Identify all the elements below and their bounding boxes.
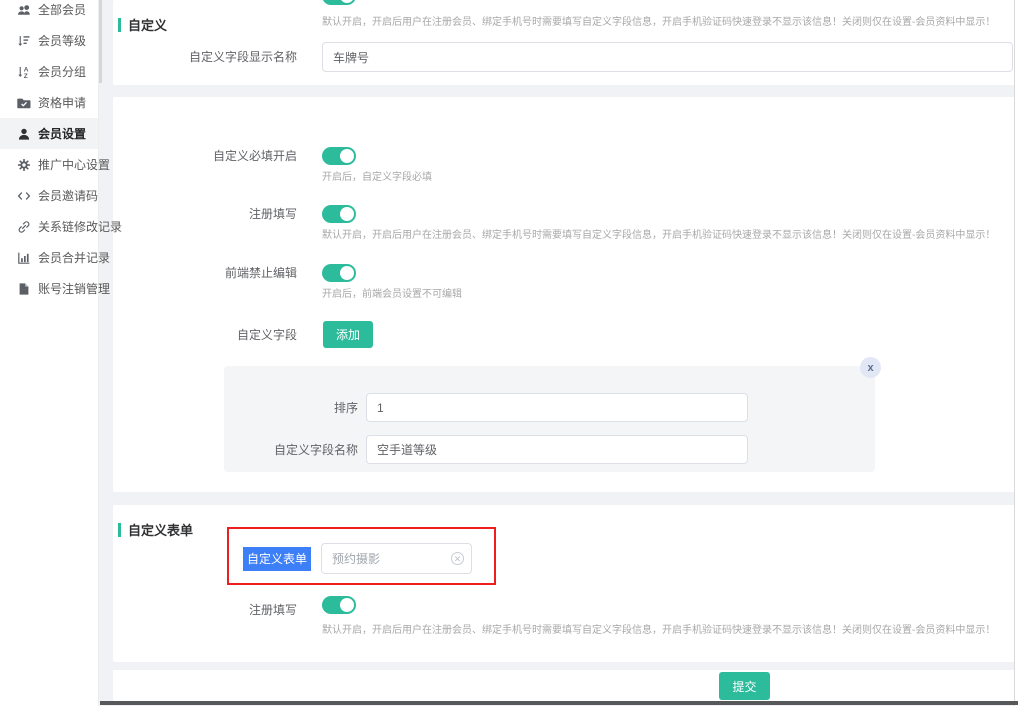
custom-field-panel: x 排序 1 自定义字段名称 空手道等级 bbox=[224, 366, 875, 472]
sidebar-item-label: 资格申请 bbox=[38, 94, 86, 111]
custom-field-name-input[interactable]: 空手道等级 bbox=[366, 435, 748, 464]
add-button[interactable]: 添加 bbox=[323, 321, 373, 348]
sidebar-menu: 全部会员会员等级 AZ 会员分组资格申请会员设置推广中心设置会员邀请码关系链修改记录… bbox=[0, 0, 98, 304]
sidebar-item-relation-chain-log[interactable]: 关系链修改记录 bbox=[0, 211, 98, 242]
register-fill-label: 注册填写 bbox=[113, 206, 297, 222]
sidebar-item-all-members[interactable]: 全部会员 bbox=[0, 0, 98, 25]
sidebar-item-member-levels[interactable]: 会员等级 bbox=[0, 25, 98, 56]
bar-chart-icon bbox=[17, 251, 31, 265]
register-fill-hint: 默认开启，开启后用户在注册会员、绑定手机号时需要填写自定义字段信息，开启手机验证… bbox=[322, 229, 1014, 242]
sidebar-item-label: 关系链修改记录 bbox=[38, 218, 122, 235]
register-fill-toggle[interactable] bbox=[322, 205, 356, 223]
sidebar-item-label: 全部会员 bbox=[38, 1, 86, 18]
register-fill-hint: 默认开启，开启后用户在注册会员、绑定手机号时需要填写自定义字段信息，开启手机验证… bbox=[322, 624, 1014, 637]
frontend-lock-hint: 开启后，前端会员设置不可编辑 bbox=[322, 288, 1014, 301]
close-icon[interactable]: x bbox=[860, 357, 881, 378]
main-content: 默认开启，开启后用户在注册会员、绑定手机号时需要填写自定义字段信息，开启手机验证… bbox=[113, 0, 1018, 706]
sidebar: 全部会员会员等级 AZ 会员分组资格申请会员设置推广中心设置会员邀请码关系链修改记录… bbox=[0, 0, 99, 706]
section-custom-form: 自定义表单 自定义表单 预约摄影 ✕ 注册填写 默认开启，开启后用户在注册会员、… bbox=[113, 505, 1018, 662]
user-icon bbox=[17, 127, 31, 141]
clear-input-icon[interactable]: ✕ bbox=[451, 552, 464, 565]
sidebar-item-qualification-apply[interactable]: 资格申请 bbox=[0, 87, 98, 118]
frontend-lock-label: 前端禁止编辑 bbox=[113, 265, 297, 281]
frontend-lock-toggle[interactable] bbox=[322, 264, 356, 282]
users-icon bbox=[17, 3, 31, 17]
svg-text:Z: Z bbox=[24, 73, 28, 79]
custom-required-label: 自定义必填开启 bbox=[113, 148, 297, 164]
sidebar-item-label: 会员合并记录 bbox=[38, 249, 110, 266]
section-title: 自定义表单 bbox=[128, 520, 193, 539]
register-fill-label: 注册填写 bbox=[113, 602, 297, 618]
custom-field-name-label: 自定义字段名称 bbox=[224, 442, 358, 458]
custom-field-display-name-label: 自定义字段显示名称 bbox=[113, 49, 297, 65]
toggle-hint: 默认开启，开启后用户在注册会员、绑定手机号时需要填写自定义字段信息，开启手机验证… bbox=[322, 16, 1014, 29]
toggle-partial[interactable] bbox=[322, 0, 356, 5]
section-title: 自定义 bbox=[128, 15, 167, 34]
folder-check-icon bbox=[17, 96, 31, 110]
sort-label: 排序 bbox=[224, 400, 358, 416]
sidebar-item-label: 会员等级 bbox=[38, 32, 86, 49]
sidebar-item-member-invite-code[interactable]: 会员邀请码 bbox=[0, 180, 98, 211]
footer-bar: 提交 bbox=[113, 670, 1018, 701]
section-custom: 自定义 自定义必填开启 开启后，自定义字段必填 注册填写 默认开启，开启后用户在… bbox=[113, 97, 1018, 492]
custom-required-hint: 开启后，自定义字段必填 bbox=[322, 171, 1014, 184]
sort-groups-icon: AZ bbox=[17, 65, 31, 79]
sort-levels-icon bbox=[17, 34, 31, 48]
sidebar-item-label: 会员分组 bbox=[38, 63, 86, 80]
custom-field-display-name-input[interactable]: 车牌号 bbox=[322, 42, 1013, 72]
register-fill-toggle[interactable] bbox=[322, 596, 356, 614]
sidebar-item-member-merge-log[interactable]: 会员合并记录 bbox=[0, 242, 98, 273]
section-accent-bar bbox=[118, 18, 121, 32]
bottom-scrollbar[interactable] bbox=[100, 701, 1018, 705]
custom-form-input[interactable]: 预约摄影 ✕ bbox=[321, 543, 472, 574]
gear-icon bbox=[17, 158, 31, 172]
link-icon bbox=[17, 220, 31, 234]
sidebar-item-label: 会员邀请码 bbox=[38, 187, 98, 204]
section-custom-field-display: 默认开启，开启后用户在注册会员、绑定手机号时需要填写自定义字段信息，开启手机验证… bbox=[113, 0, 1018, 85]
custom-required-toggle[interactable] bbox=[322, 147, 356, 165]
file-icon bbox=[17, 282, 31, 296]
section-accent-bar bbox=[118, 523, 121, 537]
sidebar-item-member-settings[interactable]: 会员设置 bbox=[0, 118, 98, 149]
sidebar-item-label: 会员设置 bbox=[38, 125, 86, 142]
sidebar-item-promotion-center-settings[interactable]: 推广中心设置 bbox=[0, 149, 98, 180]
code-icon bbox=[17, 189, 31, 203]
sidebar-item-account-cancel-manage[interactable]: 账号注销管理 bbox=[0, 273, 98, 304]
sort-input[interactable]: 1 bbox=[366, 393, 748, 422]
sidebar-item-label: 账号注销管理 bbox=[38, 280, 110, 297]
sidebar-scrollbar-thumb[interactable] bbox=[99, 0, 102, 83]
submit-button[interactable]: 提交 bbox=[719, 672, 770, 700]
sidebar-item-label: 推广中心设置 bbox=[38, 156, 110, 173]
sidebar-item-member-groups[interactable]: AZ 会员分组 bbox=[0, 56, 98, 87]
custom-form-label-selected: 自定义表单 bbox=[243, 547, 311, 571]
custom-fields-label: 自定义字段 bbox=[113, 327, 297, 343]
